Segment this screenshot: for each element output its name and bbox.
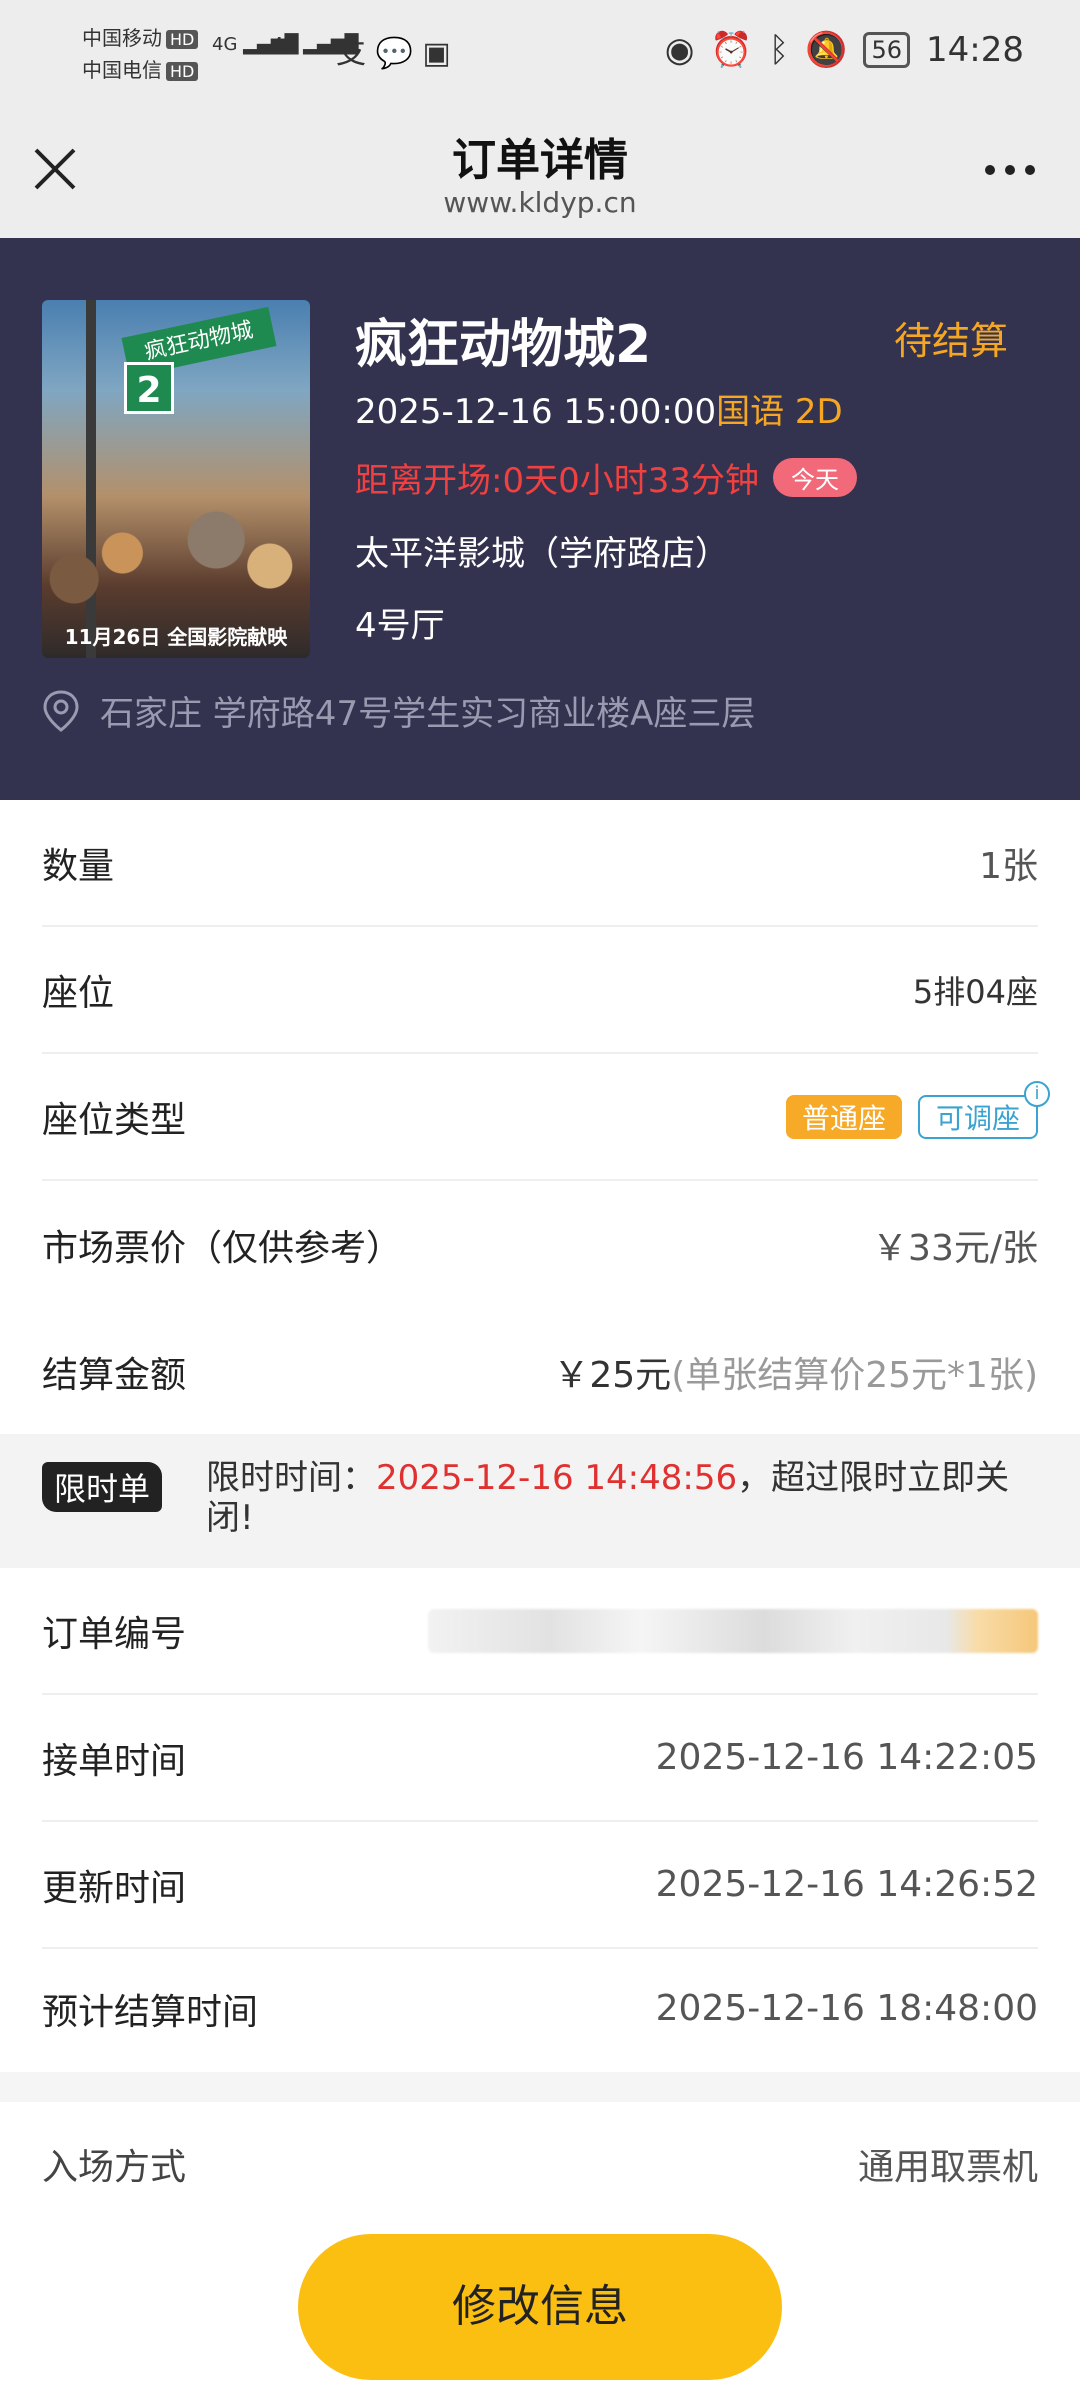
poster-number: 2: [124, 362, 174, 414]
order-no-row: 订单编号: [42, 1568, 1038, 1695]
cinema-address[interactable]: 石家庄 学府路47号学生实习商业楼A座三层: [42, 686, 755, 735]
modify-info-button[interactable]: 修改信息: [298, 2234, 782, 2380]
cinema-name: 太平洋影城（学府路店）: [355, 534, 729, 574]
limit-tag: 限时单: [42, 1462, 163, 1512]
today-badge: 今天: [772, 458, 857, 497]
carrier-1: 中国移动 HD: [82, 22, 199, 51]
settle-amount-value: ￥25元(单张结算价25元*1张): [553, 1354, 1038, 1396]
limit-text: 限时时间：2025-12-16 14:48:56，超过限时立即关闭!: [206, 1458, 1010, 1538]
accept-time-row: 接单时间 2025-12-16 14:22:05: [42, 1695, 1038, 1822]
limit-time: 2025-12-16 14:48:56: [376, 1458, 738, 1498]
app-notification-icons: 支 💬 ▣: [336, 36, 451, 71]
quantity-row: 数量 1张: [42, 800, 1038, 927]
seat-type-badge: 普通座: [785, 1094, 902, 1139]
showtime: 2025-12-16 15:00:00国语 2D: [355, 384, 843, 433]
location-pin-icon: [43, 689, 79, 732]
accept-time-value: 2025-12-16 14:22:05: [655, 1737, 1038, 1778]
eye-icon: ◉: [664, 30, 695, 70]
info-icon[interactable]: i: [1024, 1080, 1050, 1107]
show-datetime: 2025-12-16 15:00:00: [355, 392, 717, 432]
movie-title: 疯狂动物城2: [355, 315, 652, 375]
clock: 14:28: [926, 30, 1024, 70]
update-time-row: 更新时间 2025-12-16 14:26:52: [42, 1822, 1038, 1949]
limit-notice: 限时单 限时时间：2025-12-16 14:48:56，超过限时立即关闭!: [0, 1434, 1080, 1568]
market-price-value: ￥33元/张: [872, 1227, 1038, 1269]
seat-row: 座位 5排04座: [42, 927, 1038, 1054]
section-divider: [0, 2072, 1080, 2102]
adjustable-seat-badge[interactable]: 可调座 i: [917, 1080, 1050, 1139]
countdown-text: 距离开场:0天0小时33分钟: [355, 461, 759, 501]
address-text: 石家庄 学府路47号学生实习商业楼A座三层: [100, 694, 756, 734]
mute-icon: 🔕: [805, 30, 848, 70]
movie-header-card: 疯狂动物城 2 11月26日 全国影院献映 疯狂动物城2 待结算 2025-12…: [0, 238, 1080, 800]
hall-name: 4号厅: [355, 606, 445, 646]
order-status: 待结算: [893, 319, 1008, 363]
page-url: www.kldyp.cn: [443, 186, 637, 219]
status-icons: ◉ ⏰ ᛒ 🔕 56 14:28: [665, 30, 1024, 70]
seat-type-row: 座位类型 普通座 可调座 i: [42, 1054, 1050, 1181]
language-format: 国语 2D: [716, 392, 843, 432]
seat-value: 5排04座: [912, 972, 1038, 1011]
entry-method-row: 入场方式 通用取票机: [42, 2100, 1038, 2227]
poster-release-date: 11月26日 全国影院献映: [64, 625, 288, 649]
expected-settle-value: 2025-12-16 18:48:00: [655, 1988, 1038, 2029]
page-title: 订单详情: [452, 135, 628, 186]
movie-poster: 疯狂动物城 2 11月26日 全国影院献映: [42, 300, 310, 658]
market-price-row: 市场票价（仅供参考） ￥33元/张: [42, 1181, 1038, 1308]
expected-settle-row: 预计结算时间 2025-12-16 18:48:00: [42, 1988, 1038, 2033]
update-time-value: 2025-12-16 14:26:52: [655, 1864, 1038, 1905]
bluetooth-icon: ᛒ: [768, 30, 790, 70]
entry-method-value: 通用取票机: [857, 2146, 1038, 2188]
order-no-redacted: [428, 1608, 1038, 1653]
quantity-value: 1张: [979, 845, 1038, 887]
title-bar: 订单详情 www.kldyp.cn: [0, 110, 1080, 238]
countdown: 距离开场:0天0小时33分钟 今天: [355, 453, 857, 502]
battery-icon: 56: [863, 32, 911, 68]
more-icon[interactable]: [980, 160, 1040, 180]
alarm-icon: ⏰: [710, 30, 753, 70]
status-bar: 中国移动 HD 中国电信 HD 4G ▂▄▆█ 4G ▂▄▆█ 支 💬 ▣ ◉ ⏰ …: [0, 0, 1080, 110]
carrier-2: 中国电信 HD: [82, 54, 199, 83]
settle-amount-row: 结算金额 ￥25元(单张结算价25元*1张): [42, 1308, 1038, 1435]
